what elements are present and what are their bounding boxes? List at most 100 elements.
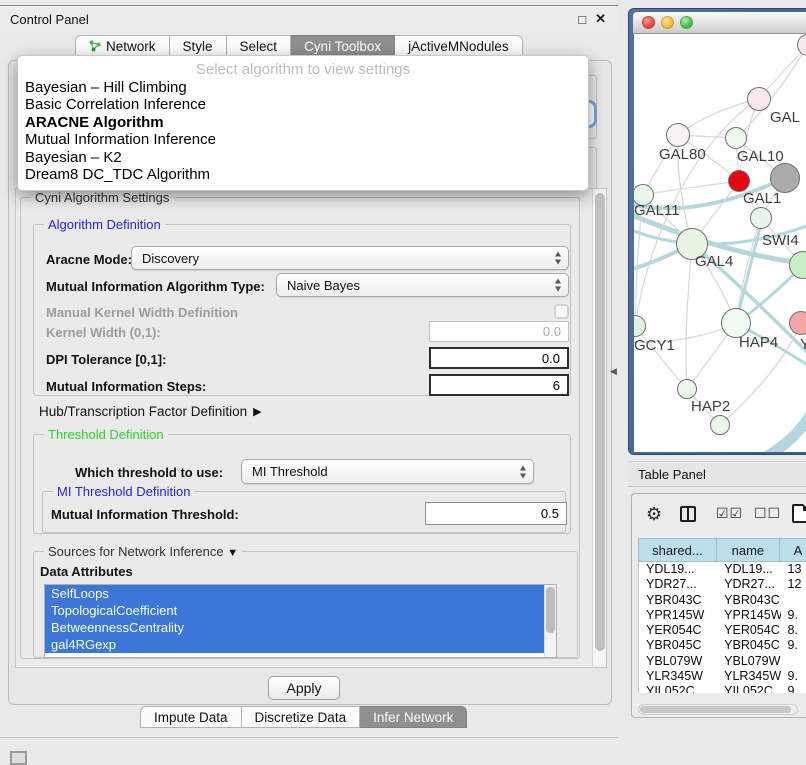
- table-hscrollbar[interactable]: [638, 704, 798, 715]
- mi-steps-label: Mutual Information Steps:: [46, 379, 206, 394]
- node-label-gal11: GAL11: [634, 202, 680, 219]
- cyni-settings-group: Cyni Algorithm Settings Algorithm Defini…: [20, 197, 580, 659]
- table-hscrollbar-thumb[interactable]: [640, 706, 791, 713]
- zoom-window-icon[interactable]: [680, 16, 693, 29]
- algorithm-option-bayesian-k2[interactable]: Bayesian – K2: [18, 149, 588, 166]
- network-node-gal80[interactable]: [666, 123, 690, 147]
- apply-button[interactable]: Apply: [268, 676, 340, 700]
- cell: YDR27...: [639, 577, 717, 592]
- algorithm-option-basic-correlation-inference[interactable]: Basic Correlation Inference: [18, 96, 588, 113]
- cell: YER054C: [639, 623, 717, 638]
- network-view-window: GALGAL80GAL10GAL1GAL11SWI4GAL4GCY1HAP4YH…: [628, 8, 806, 455]
- network-node-y[interactable]: [789, 311, 806, 335]
- tab-discretize-data[interactable]: Discretize Data: [242, 706, 361, 728]
- mi-steps-value: 6: [553, 378, 560, 393]
- tab-style[interactable]: Style: [170, 35, 227, 57]
- tab-cyni-toolbox[interactable]: Cyni Toolbox: [291, 35, 395, 57]
- table-row[interactable]: YBL079WYBL079W: [639, 654, 806, 669]
- network-node-gal[interactable]: [747, 87, 771, 111]
- expand-down-icon[interactable]: ▼: [227, 547, 238, 559]
- panel-bottom-border: [0, 737, 618, 738]
- control-panel-titlebar: Control Panel □ ✕: [0, 6, 618, 32]
- network-node-swi4[interactable]: [750, 207, 772, 229]
- export-table-icon[interactable]: [792, 504, 806, 523]
- mi-type-label: Mutual Information Algorithm Type:: [46, 279, 265, 294]
- dpi-tolerance-field[interactable]: 0.0: [429, 347, 569, 369]
- algorithm-option-mutual-information-inference[interactable]: Mutual Information Inference: [18, 131, 588, 148]
- node-label-hap4: HAP4: [739, 334, 778, 351]
- column-header-shared[interactable]: shared...: [639, 539, 717, 561]
- which-threshold-combo[interactable]: MI Threshold: [241, 459, 534, 484]
- columns-icon[interactable]: [680, 506, 696, 522]
- float-window-icon[interactable]: □: [578, 12, 586, 27]
- minimize-window-icon[interactable]: [661, 16, 674, 29]
- node-label-swi4: SWI4: [762, 232, 799, 249]
- table-row[interactable]: YER054CYER054C8.: [639, 623, 806, 638]
- table-row[interactable]: YBR043CYBR043C: [639, 593, 806, 608]
- algorithm-list: Bayesian – Hill ClimbingBasic Correlatio…: [18, 79, 588, 183]
- data-attributes-list[interactable]: SelfLoopsTopologicalCoefficientBetweenne…: [44, 584, 557, 658]
- close-window-icon[interactable]: [642, 16, 655, 29]
- tab-select[interactable]: Select: [227, 35, 292, 57]
- table-row[interactable]: YPR145WYPR145W9.: [639, 608, 806, 623]
- table-row[interactable]: YLR345WYLR345W9.: [639, 669, 806, 684]
- table-panel-title: Table Panel: [638, 467, 706, 482]
- table-row[interactable]: YBR045CYBR045C9.: [639, 638, 806, 653]
- tab-jactivemnodules[interactable]: jActiveMNodules: [395, 35, 523, 57]
- tab-network[interactable]: Network: [75, 35, 170, 57]
- table-row[interactable]: YDR27...YDR27...12: [639, 577, 806, 592]
- select-all-icon[interactable]: ☑☑: [716, 505, 743, 522]
- tab-label: Network: [106, 39, 156, 54]
- network-node-hap2[interactable]: [677, 379, 697, 399]
- algorithm-option-bayesian-hill-climbing[interactable]: Bayesian – Hill Climbing: [18, 79, 588, 96]
- algorithm-option-dream8-dc-tdc-algorithm[interactable]: Dream8 DC_TDC Algorithm: [18, 166, 588, 183]
- aracne-mode-combo[interactable]: Discovery: [131, 246, 569, 270]
- hub-definition-expander[interactable]: Hub/Transcription Factor Definition ▶: [39, 404, 262, 419]
- tab-infer-network[interactable]: Infer Network: [360, 706, 467, 728]
- settings-scrollbar-thumb[interactable]: [595, 193, 605, 651]
- column-header-a[interactable]: A: [780, 539, 806, 561]
- list-scrollbar-thumb[interactable]: [546, 587, 555, 633]
- sources-title-text: Sources for Network Inference: [48, 544, 224, 559]
- network-node[interactable]: [710, 415, 730, 435]
- attribute-option-topologicalcoefficient[interactable]: TopologicalCoefficient: [45, 602, 556, 619]
- network-node-gal1[interactable]: [728, 170, 750, 192]
- manual-kernel-checkbox[interactable]: [554, 304, 569, 319]
- settings-scrollbar[interactable]: [592, 189, 606, 667]
- list-scrollbar[interactable]: [544, 585, 556, 657]
- table-row[interactable]: YIL052CYIL052C9: [639, 684, 806, 693]
- network-window-titlebar[interactable]: [633, 12, 806, 34]
- dock-handle-icon[interactable]: [10, 751, 27, 765]
- kernel-width-field[interactable]: 0.0: [429, 321, 569, 342]
- gear-icon[interactable]: ⚙: [646, 504, 662, 525]
- mi-threshold-field[interactable]: 0.5: [425, 502, 567, 525]
- splitter-collapse-icon[interactable]: ◀: [610, 366, 617, 377]
- tab-label: jActiveMNodules: [408, 39, 509, 54]
- table-row[interactable]: YDL19...YDL19...13: [639, 562, 806, 577]
- top-tab-bar: Network StyleSelectCyni Toolbox jActiveMNo…: [75, 35, 523, 57]
- algorithm-option-aracne-algorithm[interactable]: ARACNE Algorithm: [18, 114, 588, 131]
- algorithm-definition-title: Algorithm Definition: [44, 217, 165, 232]
- cell: YBL079W: [639, 654, 717, 669]
- close-panel-icon[interactable]: ✕: [595, 11, 606, 27]
- deselect-all-icon[interactable]: ☐☐: [754, 505, 781, 522]
- table-toolbar: ⚙ ☑☑ ☐☐: [632, 502, 806, 528]
- sources-group: Sources for Network Inference ▼ Data Att…: [33, 551, 578, 658]
- column-header-name[interactable]: name: [717, 539, 780, 561]
- network-node[interactable]: [770, 163, 800, 193]
- attribute-option-selfloops[interactable]: SelfLoops: [45, 585, 556, 602]
- node-label-gcy1: GCY1: [634, 337, 675, 354]
- aracne-mode-label: Aracne Mode:: [46, 252, 132, 267]
- aracne-mode-value: Discovery: [142, 251, 199, 266]
- mi-steps-field[interactable]: 6: [429, 374, 569, 396]
- network-node-gal10[interactable]: [725, 127, 747, 149]
- attribute-option-betweennesscentrality[interactable]: BetweennessCentrality: [45, 619, 556, 636]
- node-label-y: Y: [800, 336, 806, 353]
- mi-type-combo[interactable]: Naive Bayes: [276, 273, 569, 297]
- algorithm-definition-group: Algorithm Definition Aracne Mode: Discov…: [33, 224, 571, 396]
- cell: YPR145W: [717, 608, 780, 623]
- tab-label: Discretize Data: [255, 710, 347, 725]
- network-canvas[interactable]: GALGAL80GAL10GAL1GAL11SWI4GAL4GCY1HAP4YH…: [634, 34, 806, 452]
- attribute-option-gal4rgexp[interactable]: gal4RGexp: [45, 636, 556, 653]
- tab-impute-data[interactable]: Impute Data: [140, 706, 242, 728]
